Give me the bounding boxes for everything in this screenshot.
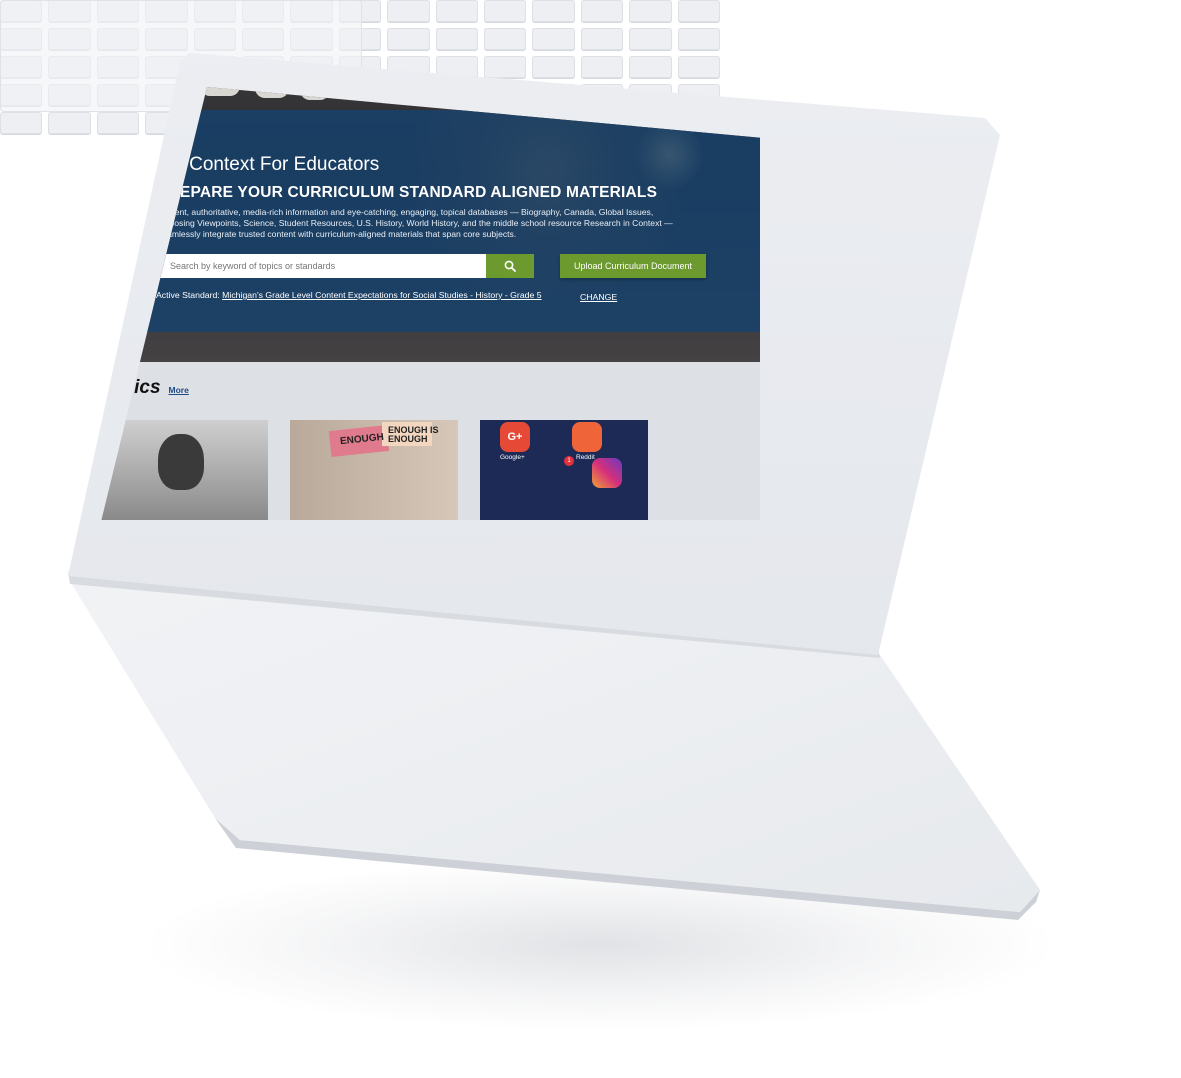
user-avatar[interactable]	[706, 52, 730, 76]
hero-description: Current, authoritative, media-rich infor…	[158, 207, 673, 239]
active-standard-link[interactable]: Michigan's Grade Level Content Expectati…	[222, 290, 541, 300]
app-label: Google+	[500, 454, 525, 461]
site-header: GALE A Cengage Company	[0, 0, 760, 44]
notification-badge: 1	[564, 456, 574, 466]
reddit-icon	[572, 422, 602, 452]
gale-logo-icon	[36, 9, 62, 35]
hero-title: PREPARE YOUR CURRICULUM STANDARD ALIGNED…	[158, 184, 658, 201]
hero-panel: In Context For Educators PREPARE YOUR CU…	[88, 110, 760, 332]
topic-card[interactable]: G+ Google+ Reddit 1	[480, 420, 648, 520]
topic-card[interactable]: ENOUGH ENOUGH IS ENOUGH	[290, 420, 458, 520]
header-nav: Search My Collections	[591, 52, 730, 76]
laptop-lid: GALE A Cengage Company Search My Collect…	[0, 0, 1181, 1078]
google-plus-icon: G+	[500, 422, 530, 452]
search-button[interactable]	[486, 254, 534, 278]
brand-name: GALE	[66, 5, 129, 31]
nav-search-link[interactable]: Search	[591, 59, 620, 69]
upload-curriculum-button[interactable]: Upload Curriculum Document	[560, 254, 706, 278]
app-label: Reddit	[576, 454, 595, 461]
topic-card[interactable]	[100, 420, 268, 520]
active-standard-label: Active Standard:	[156, 290, 220, 300]
change-standard-link[interactable]: CHANGE	[580, 292, 617, 302]
brand-tagline: A Cengage Company	[66, 29, 122, 36]
portrait-photo	[158, 434, 204, 490]
search-bar	[156, 254, 534, 278]
hero-eyebrow: In Context For Educators	[168, 154, 380, 175]
search-icon	[504, 260, 516, 272]
active-standard: Active Standard: Michigan's Grade Level …	[156, 290, 542, 300]
instagram-icon	[592, 458, 622, 488]
nav-collections-link[interactable]: My Collections	[633, 59, 692, 69]
topics-more-link[interactable]: More	[169, 385, 189, 395]
sign-text: ENOUGH IS ENOUGH	[388, 425, 439, 444]
search-input[interactable]	[156, 254, 486, 278]
gale-logo[interactable]: GALE A Cengage Company	[36, 8, 129, 37]
